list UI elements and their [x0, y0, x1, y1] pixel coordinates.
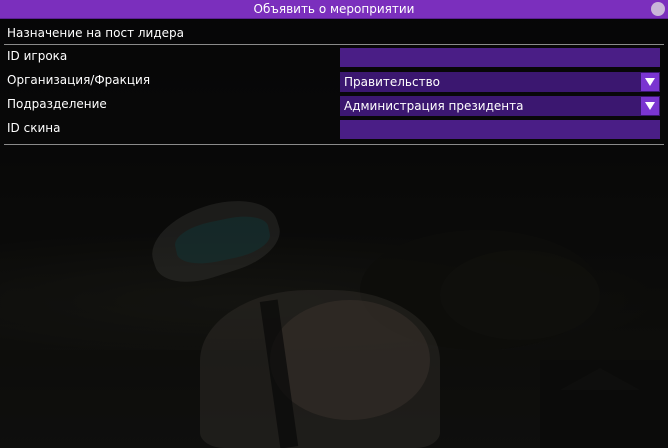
chevron-down-icon: [645, 102, 655, 110]
player-id-input[interactable]: [340, 48, 660, 67]
organization-label: Организация/Фракция: [7, 73, 151, 87]
leader-appointment-dialog: Объявить о мероприятии Назначение на пос…: [0, 0, 668, 448]
skin-id-label: ID скина: [7, 121, 61, 135]
subdivision-dropdown-button[interactable]: [641, 97, 659, 115]
subdivision-select[interactable]: Администрация президента: [340, 96, 660, 116]
player-id-label: ID игрока: [7, 49, 68, 63]
organization-selected: Правительство: [344, 75, 440, 89]
dialog-titlebar: Объявить о мероприятии: [0, 0, 668, 19]
organization-dropdown-button[interactable]: [641, 73, 659, 91]
form-heading: Назначение на пост лидера: [7, 26, 184, 40]
skin-id-input[interactable]: [340, 120, 660, 139]
subdivision-selected: Администрация президента: [344, 99, 524, 113]
chevron-down-icon: [645, 78, 655, 86]
organization-select[interactable]: Правительство: [340, 72, 660, 92]
divider: [4, 144, 664, 145]
dialog-title: Объявить о мероприятии: [253, 2, 415, 16]
close-icon[interactable]: [651, 2, 665, 16]
subdivision-label: Подразделение: [7, 97, 107, 111]
divider: [4, 44, 664, 45]
